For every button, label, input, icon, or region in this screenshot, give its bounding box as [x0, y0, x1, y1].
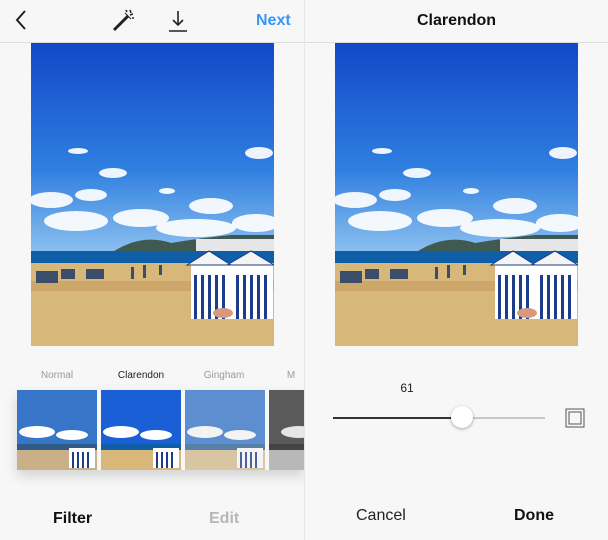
cancel-button[interactable]: Cancel — [356, 507, 406, 525]
filter-label-clarendon[interactable]: Clarendon — [101, 370, 181, 381]
filter-thumb-gingham[interactable] — [185, 390, 265, 470]
slider-value: 61 — [400, 381, 414, 395]
top-bar: Clarendon — [305, 0, 608, 43]
magic-wand-icon[interactable] — [110, 8, 136, 34]
done-button[interactable]: Done — [514, 507, 554, 525]
top-bar: Next — [0, 0, 304, 43]
thumbnail-image — [185, 390, 265, 470]
slider-fill — [333, 417, 463, 419]
filter-thumb-clarendon[interactable] — [101, 390, 181, 470]
adjust-pane: Clarendon 61 Cancel Done — [304, 0, 608, 540]
download-icon[interactable] — [167, 8, 189, 34]
filter-thumb-normal[interactable] — [17, 390, 97, 470]
next-button[interactable]: Next — [256, 12, 291, 30]
page-title: Clarendon — [416, 12, 497, 29]
thumbnail-image — [17, 390, 97, 470]
slider-thumb[interactable] — [451, 406, 474, 428]
thumbnail-image — [101, 390, 181, 470]
filter-thumb-partial[interactable] — [269, 390, 304, 470]
beach-photo — [335, 43, 578, 346]
photo-preview — [31, 43, 274, 346]
frame-icon[interactable] — [565, 408, 585, 428]
filter-pane: Next Normal Clarendon Gingham M Filter E… — [0, 0, 304, 540]
filter-strip — [17, 390, 304, 470]
filter-label-normal[interactable]: Normal — [17, 370, 97, 381]
photo-preview — [335, 43, 578, 346]
thumbnail-image — [269, 390, 304, 470]
chevron-left-icon[interactable] — [12, 8, 32, 32]
strength-slider-track[interactable] — [333, 417, 545, 419]
tab-edit[interactable]: Edit — [209, 510, 239, 528]
beach-photo — [31, 43, 274, 346]
tab-filter[interactable]: Filter — [53, 510, 92, 528]
